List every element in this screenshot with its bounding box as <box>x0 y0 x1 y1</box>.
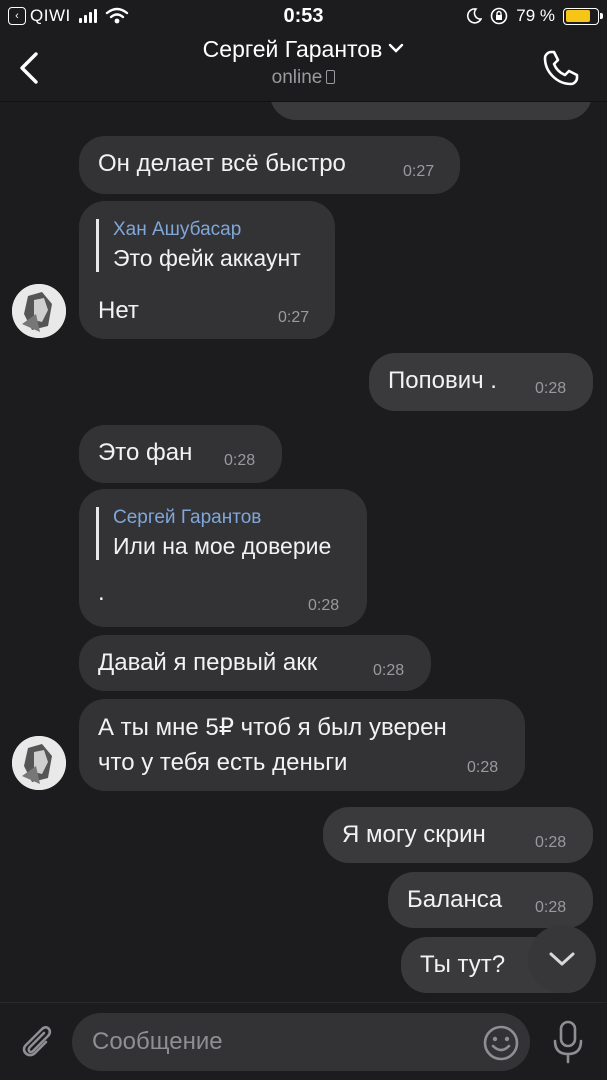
avatar-image <box>12 284 66 338</box>
moon-icon <box>467 8 483 24</box>
message-text: Давай я первый акк <box>98 649 318 676</box>
reply-quote[interactable]: Хан Ашубасар Это фейк аккаунт <box>96 219 301 272</box>
message-time: 0:28 <box>373 662 405 679</box>
battery-icon <box>563 7 603 25</box>
chat-title-block[interactable]: Сергей Гарантов online <box>0 36 607 89</box>
message-time: 0:28 <box>535 899 567 916</box>
status-bar-right: 79 % <box>466 6 603 26</box>
message-text: Баланса <box>407 886 503 913</box>
message-bubble[interactable]: Я могу скрин 0:28 <box>323 807 593 863</box>
battery-percent: 79 % <box>516 6 555 25</box>
reply-author: Сергей Гарантов <box>113 507 262 528</box>
message-bubble[interactable]: Это фан 0:28 <box>79 425 282 483</box>
paperclip-icon[interactable] <box>16 1021 56 1061</box>
message-time: 0:27 <box>278 309 310 326</box>
status-bar: ‹ QIWI 0:53 79 % <box>0 0 607 34</box>
avatar[interactable] <box>12 736 66 790</box>
reply-text: Это фейк аккаунт <box>113 245 301 271</box>
message-time: 0:28 <box>308 597 340 614</box>
message-input[interactable] <box>72 1013 530 1071</box>
chevron-down-icon[interactable] <box>388 43 404 53</box>
message-time: 0:27 <box>403 163 435 180</box>
microphone-icon[interactable] <box>550 1019 586 1065</box>
message-text: Попович . <box>388 367 497 394</box>
message-text: Это фан <box>98 439 193 466</box>
message-bubble-partial[interactable] <box>270 102 592 120</box>
message-time: 0:28 <box>224 452 256 469</box>
message-bubble[interactable]: Он делает всё быстро 0:27 <box>79 136 460 194</box>
scroll-to-bottom-button[interactable] <box>528 925 596 993</box>
mobile-device-icon <box>326 70 336 84</box>
message-bubble[interactable]: Баланса 0:28 <box>388 872 593 928</box>
reply-quote[interactable]: Сергей Гарантов Или на мое доверие <box>96 507 331 560</box>
message-time: 0:28 <box>467 759 499 776</box>
message-text: Ты тут? <box>420 951 506 978</box>
chat-title[interactable]: Сергей Гарантов <box>0 36 607 63</box>
message-text: . <box>98 579 105 606</box>
contact-status-text: online <box>271 67 323 88</box>
message-bubble-reply[interactable]: Хан Ашубасар Это фейк аккаунт Нет 0:27 <box>79 201 335 339</box>
phone-icon[interactable] <box>541 48 581 88</box>
message-composer <box>0 1002 607 1080</box>
chat-header: Сергей Гарантов online <box>0 34 607 102</box>
orientation-lock-icon <box>490 7 508 25</box>
message-bubble[interactable]: А ты мне 5₽ чтоб я был уверен что у тебя… <box>79 699 525 791</box>
message-text: Он делает всё быстро <box>98 150 346 177</box>
message-text-line-2: что у тебя есть деньги <box>98 749 348 776</box>
avatar-image <box>12 736 66 790</box>
emoji-icon[interactable] <box>481 1023 521 1063</box>
message-bubble[interactable]: Попович . 0:28 <box>369 353 593 411</box>
reply-author: Хан Ашубасар <box>113 219 242 240</box>
message-time: 0:28 <box>535 380 567 397</box>
message-bubble[interactable]: Давай я первый акк 0:28 <box>79 635 431 691</box>
chevron-down-icon <box>549 952 575 966</box>
avatar[interactable] <box>12 284 66 338</box>
message-text-line-1: А ты мне 5₽ чтоб я был уверен <box>98 714 447 741</box>
contact-name[interactable]: Сергей Гарантов <box>203 36 383 62</box>
contact-status: online <box>0 67 607 89</box>
message-bubble-reply[interactable]: Сергей Гарантов Или на мое доверие . 0:2… <box>79 489 367 627</box>
message-text: Я могу скрин <box>342 821 486 848</box>
message-list[interactable]: Он делает всё быстро 0:27 Хан Ашубасар Э… <box>0 102 607 1002</box>
message-time: 0:28 <box>535 834 567 851</box>
message-text: Нет <box>98 297 139 324</box>
reply-text: Или на мое доверие <box>113 533 332 559</box>
